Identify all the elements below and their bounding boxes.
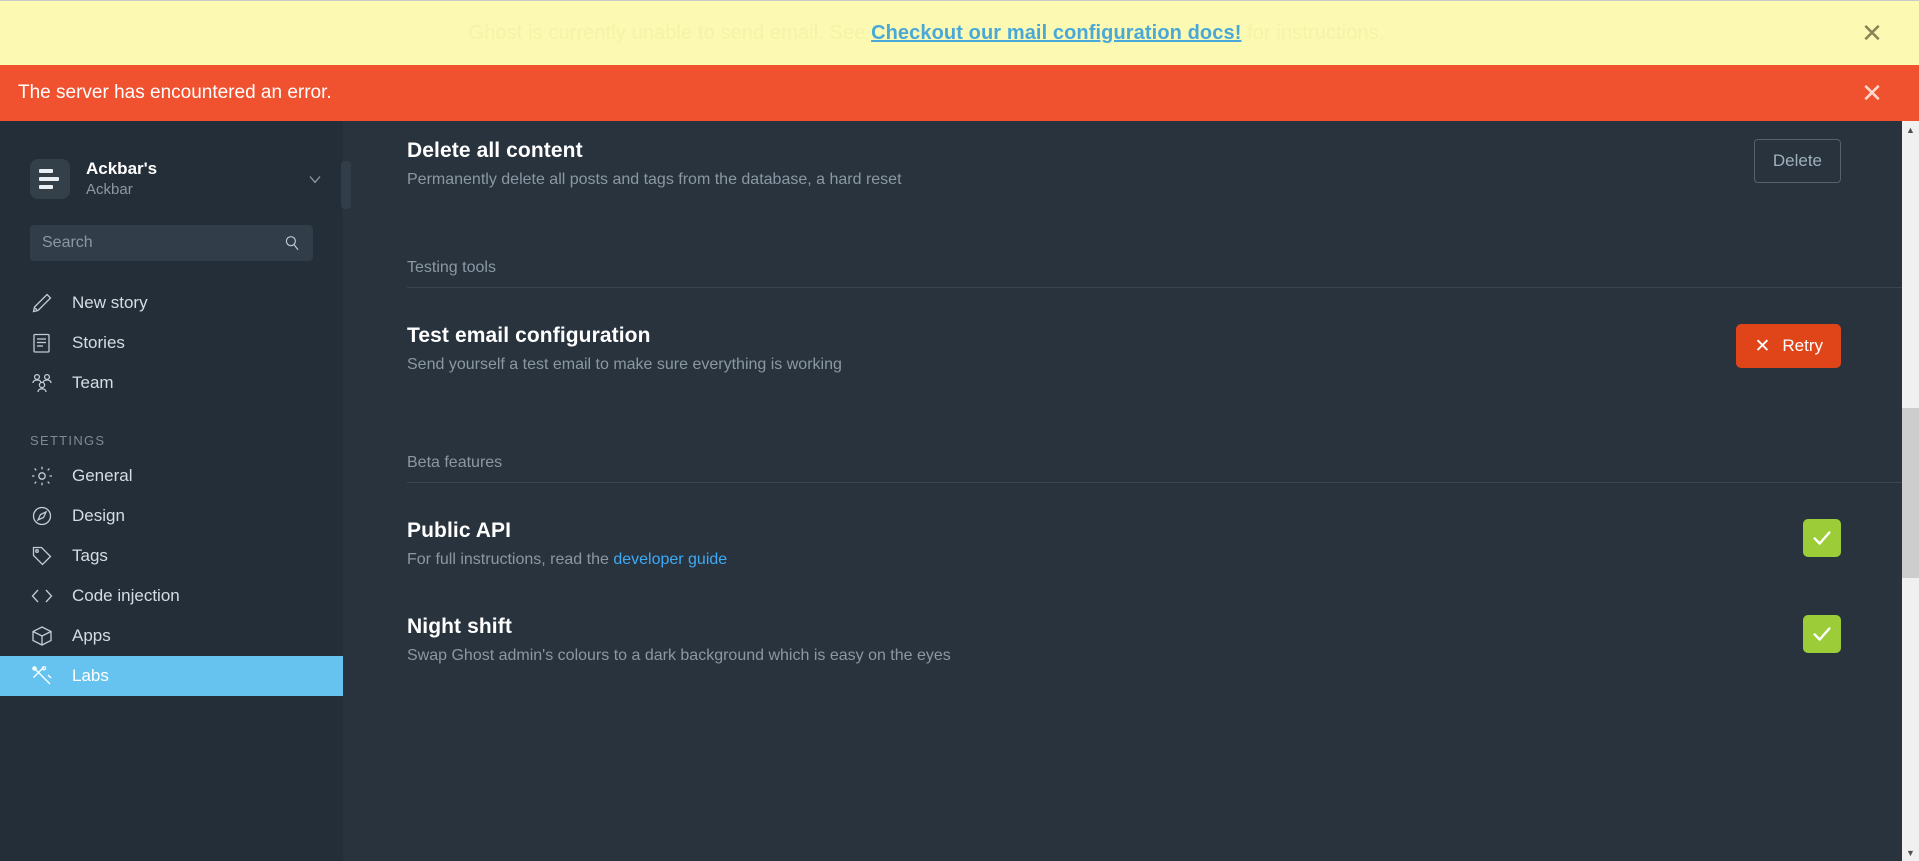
row-text: Public API For full instructions, read t…: [407, 517, 1803, 569]
row-title: Public API: [407, 519, 512, 542]
check-icon: [1813, 627, 1831, 641]
gear-icon: [32, 466, 52, 486]
error-notification-text: The server has encountered an error.: [18, 82, 332, 103]
blog-logo-icon: [30, 159, 70, 199]
sidebar-section-label: SETTINGS: [30, 433, 106, 448]
sidebar-item-label: New story: [72, 293, 148, 312]
row-description: Send yourself a test email to make sure …: [407, 356, 842, 373]
section-label: Testing tools: [407, 259, 1919, 288]
close-icon[interactable]: ✕: [1853, 74, 1891, 112]
error-notification: The server has encountered an error. ✕: [0, 65, 1919, 121]
users-icon: [32, 373, 52, 393]
mail-config-docs-link[interactable]: Checkout our mail configuration docs!: [871, 22, 1241, 44]
sidebar-nav: New story Stories Team SETTINGS General …: [0, 283, 343, 696]
table-row: Public API For full instructions, read t…: [407, 517, 1919, 613]
sidebar-item-label: Team: [72, 373, 114, 392]
notepad-icon: [33, 333, 50, 353]
night-shift-toggle[interactable]: [1803, 615, 1841, 653]
row-action: [1803, 517, 1841, 557]
labs-settings-panel: Delete all content Permanently delete al…: [343, 121, 1919, 709]
row-description-text: For full instructions, read the: [407, 551, 614, 568]
sidebar-item-label: Apps: [72, 626, 111, 645]
compass-icon: [32, 506, 52, 526]
vertical-scrollbar[interactable]: ▲ ▼: [1902, 121, 1919, 861]
section-label: Beta features: [407, 454, 1919, 483]
sidebar-item-label: Stories: [72, 333, 125, 352]
row-text: Night shift Swap Ghost admin's colours t…: [407, 613, 1803, 665]
sidebar-item-team[interactable]: Team: [0, 363, 343, 403]
warning-text-after: for instructions.: [1247, 21, 1385, 44]
row-description: For full instructions, read the develope…: [407, 551, 1803, 569]
check-icon: [1813, 531, 1831, 545]
table-row: Delete all content Permanently delete al…: [407, 121, 1919, 217]
row-title: Delete all content: [407, 139, 583, 162]
chevron-down-icon: [309, 176, 321, 184]
sidebar-item-stories[interactable]: Stories: [0, 323, 343, 363]
box-icon: [32, 626, 52, 646]
pencil-icon: [32, 293, 52, 313]
scroll-down-arrow-icon[interactable]: ▼: [1902, 844, 1919, 861]
blog-subtitle: Ackbar: [86, 181, 133, 199]
row-text: Test email configuration Send yourself a…: [407, 322, 1736, 374]
warning-notification-text: Ghost is currently unable to send email.…: [0, 22, 1853, 45]
sidebar-item-general[interactable]: General: [0, 456, 343, 496]
scroll-up-arrow-icon[interactable]: ▲: [1902, 121, 1919, 138]
blog-title: Ackbar's: [86, 159, 158, 178]
sidebar-resize-handle[interactable]: [341, 161, 351, 209]
app-body: Ackbar's Ackbar Search New story Stories…: [0, 121, 1919, 861]
sidebar-item-label: General: [72, 466, 133, 485]
section-beta-features: Beta features Public API For full instru…: [407, 454, 1919, 709]
sidebar-item-label: Labs: [72, 666, 109, 685]
code-icon: [31, 589, 53, 603]
delete-all-content-button[interactable]: Delete: [1753, 139, 1841, 183]
table-row: Night shift Swap Ghost admin's colours t…: [407, 613, 1919, 709]
developer-guide-link[interactable]: developer guide: [613, 551, 727, 568]
row-action: Delete: [1753, 137, 1841, 183]
warning-text-before: Ghost is currently unable to send email.…: [468, 21, 866, 44]
search-icon: [285, 236, 299, 251]
row-description: Swap Ghost admin's colours to a dark bac…: [407, 647, 951, 664]
test-email-retry-button[interactable]: ✕ Retry: [1736, 324, 1841, 368]
row-title: Night shift: [407, 615, 512, 638]
row-title: Test email configuration: [407, 324, 651, 347]
close-icon[interactable]: ✕: [1853, 14, 1891, 52]
retry-button-label: Retry: [1782, 336, 1823, 355]
sidebar-item-label: Design: [72, 506, 125, 525]
sidebar-item-apps[interactable]: Apps: [0, 616, 343, 656]
main-content: Delete all content Permanently delete al…: [343, 121, 1919, 861]
blog-switcher[interactable]: Ackbar's Ackbar: [0, 121, 343, 209]
search-input[interactable]: [42, 234, 283, 252]
app-root: Ghost is currently unable to send email.…: [0, 0, 1919, 861]
sidebar-item-design[interactable]: Design: [0, 496, 343, 536]
warning-notification: Ghost is currently unable to send email.…: [0, 0, 1919, 65]
tools-icon: [32, 665, 52, 685]
search-container: [0, 209, 343, 261]
sidebar-item-tags[interactable]: Tags: [0, 536, 343, 576]
sidebar-item-label: Tags: [72, 546, 108, 565]
close-icon: ✕: [1754, 335, 1771, 357]
row-action: [1803, 613, 1841, 653]
sidebar-item-new-story[interactable]: New story: [0, 283, 343, 323]
sidebar-item-labs[interactable]: Labs: [0, 656, 343, 696]
row-action: ✕ Retry: [1736, 322, 1841, 368]
section-testing-tools: Testing tools Test email configuration S…: [407, 259, 1919, 418]
sidebar-item-code-injection[interactable]: Code injection: [0, 576, 343, 616]
table-row: Test email configuration Send yourself a…: [407, 322, 1919, 418]
search-box[interactable]: [30, 225, 313, 261]
scrollbar-track[interactable]: [1902, 138, 1919, 844]
blog-meta: Ackbar's Ackbar: [86, 158, 305, 200]
tag-icon: [32, 546, 52, 566]
sidebar-item-label: Code injection: [72, 586, 180, 605]
scrollbar-thumb[interactable]: [1902, 408, 1919, 578]
public-api-toggle[interactable]: [1803, 519, 1841, 557]
row-description: Permanently delete all posts and tags fr…: [407, 171, 902, 188]
row-text: Delete all content Permanently delete al…: [407, 137, 1754, 189]
sidebar: Ackbar's Ackbar Search New story Stories…: [0, 121, 351, 861]
